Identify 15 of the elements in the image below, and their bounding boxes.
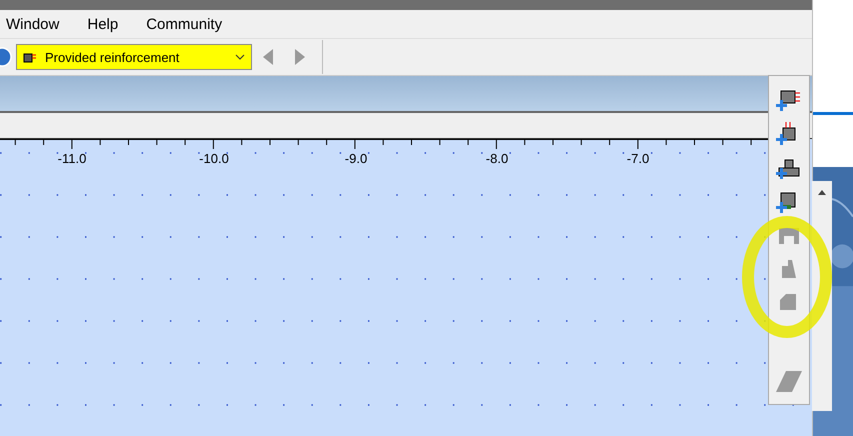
menu-item[interactable]: Help: [81, 16, 124, 32]
ruler-label: -9.0: [344, 151, 368, 166]
menu-item[interactable]: Window: [0, 16, 66, 32]
beam-icon: [23, 51, 37, 63]
ruler-label: -8.0: [486, 151, 508, 166]
ruler-label: -10.0: [199, 151, 229, 166]
forward-arrow-icon: [294, 48, 306, 66]
chevron-down-icon: [235, 54, 245, 60]
plate-icon: [774, 368, 804, 394]
menu-item[interactable]: Community: [140, 16, 228, 32]
ruler-label: -11.0: [58, 151, 86, 166]
ruler-label: -7.0: [626, 151, 650, 166]
help-icon[interactable]: [0, 46, 12, 68]
back-arrow-icon: [262, 48, 274, 66]
view-dropdown[interactable]: Provided reinforcement: [16, 44, 252, 70]
